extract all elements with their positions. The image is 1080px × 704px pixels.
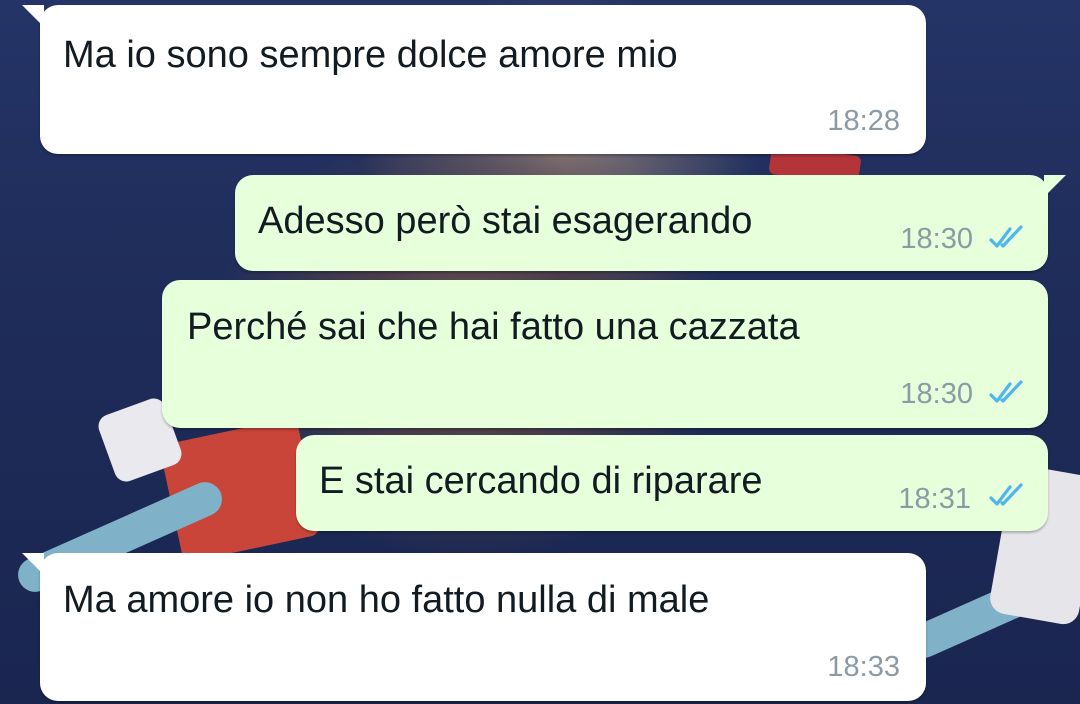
message-bubble-outgoing[interactable]: E stai cercando di riparare 18:31 <box>296 435 1048 531</box>
double-check-icon <box>989 225 1023 248</box>
bubble-tail <box>22 553 44 575</box>
message-text: Ma amore io non ho fatto nulla di male <box>63 579 710 621</box>
bubble-tail <box>22 5 44 27</box>
bubble-tail <box>1044 175 1066 197</box>
double-check-icon <box>989 483 1023 506</box>
message-text: Adesso però stai esagerando <box>258 200 753 242</box>
message-text: Perché sai che hai fatto una cazzata <box>187 306 800 348</box>
message-bubble-outgoing[interactable]: Perché sai che hai fatto una cazzata 18:… <box>162 280 1048 428</box>
message-timestamp: 18:31 <box>898 483 971 515</box>
message-bubble-incoming[interactable]: Ma amore io non ho fatto nulla di male 1… <box>22 553 926 701</box>
message-text: E stai cercando di riparare <box>319 460 763 502</box>
double-check-icon <box>989 380 1023 403</box>
message-timestamp: 18:30 <box>900 223 973 255</box>
message-timestamp: 18:28 <box>827 105 900 137</box>
message-timestamp: 18:30 <box>900 378 973 410</box>
message-text: Ma io sono sempre dolce amore mio <box>63 34 678 76</box>
message-timestamp: 18:33 <box>827 651 900 683</box>
message-bubble-outgoing[interactable]: Adesso però stai esagerando 18:30 <box>235 175 1066 271</box>
message-bubble-incoming[interactable]: Ma io sono sempre dolce amore mio 18:28 <box>22 5 926 154</box>
